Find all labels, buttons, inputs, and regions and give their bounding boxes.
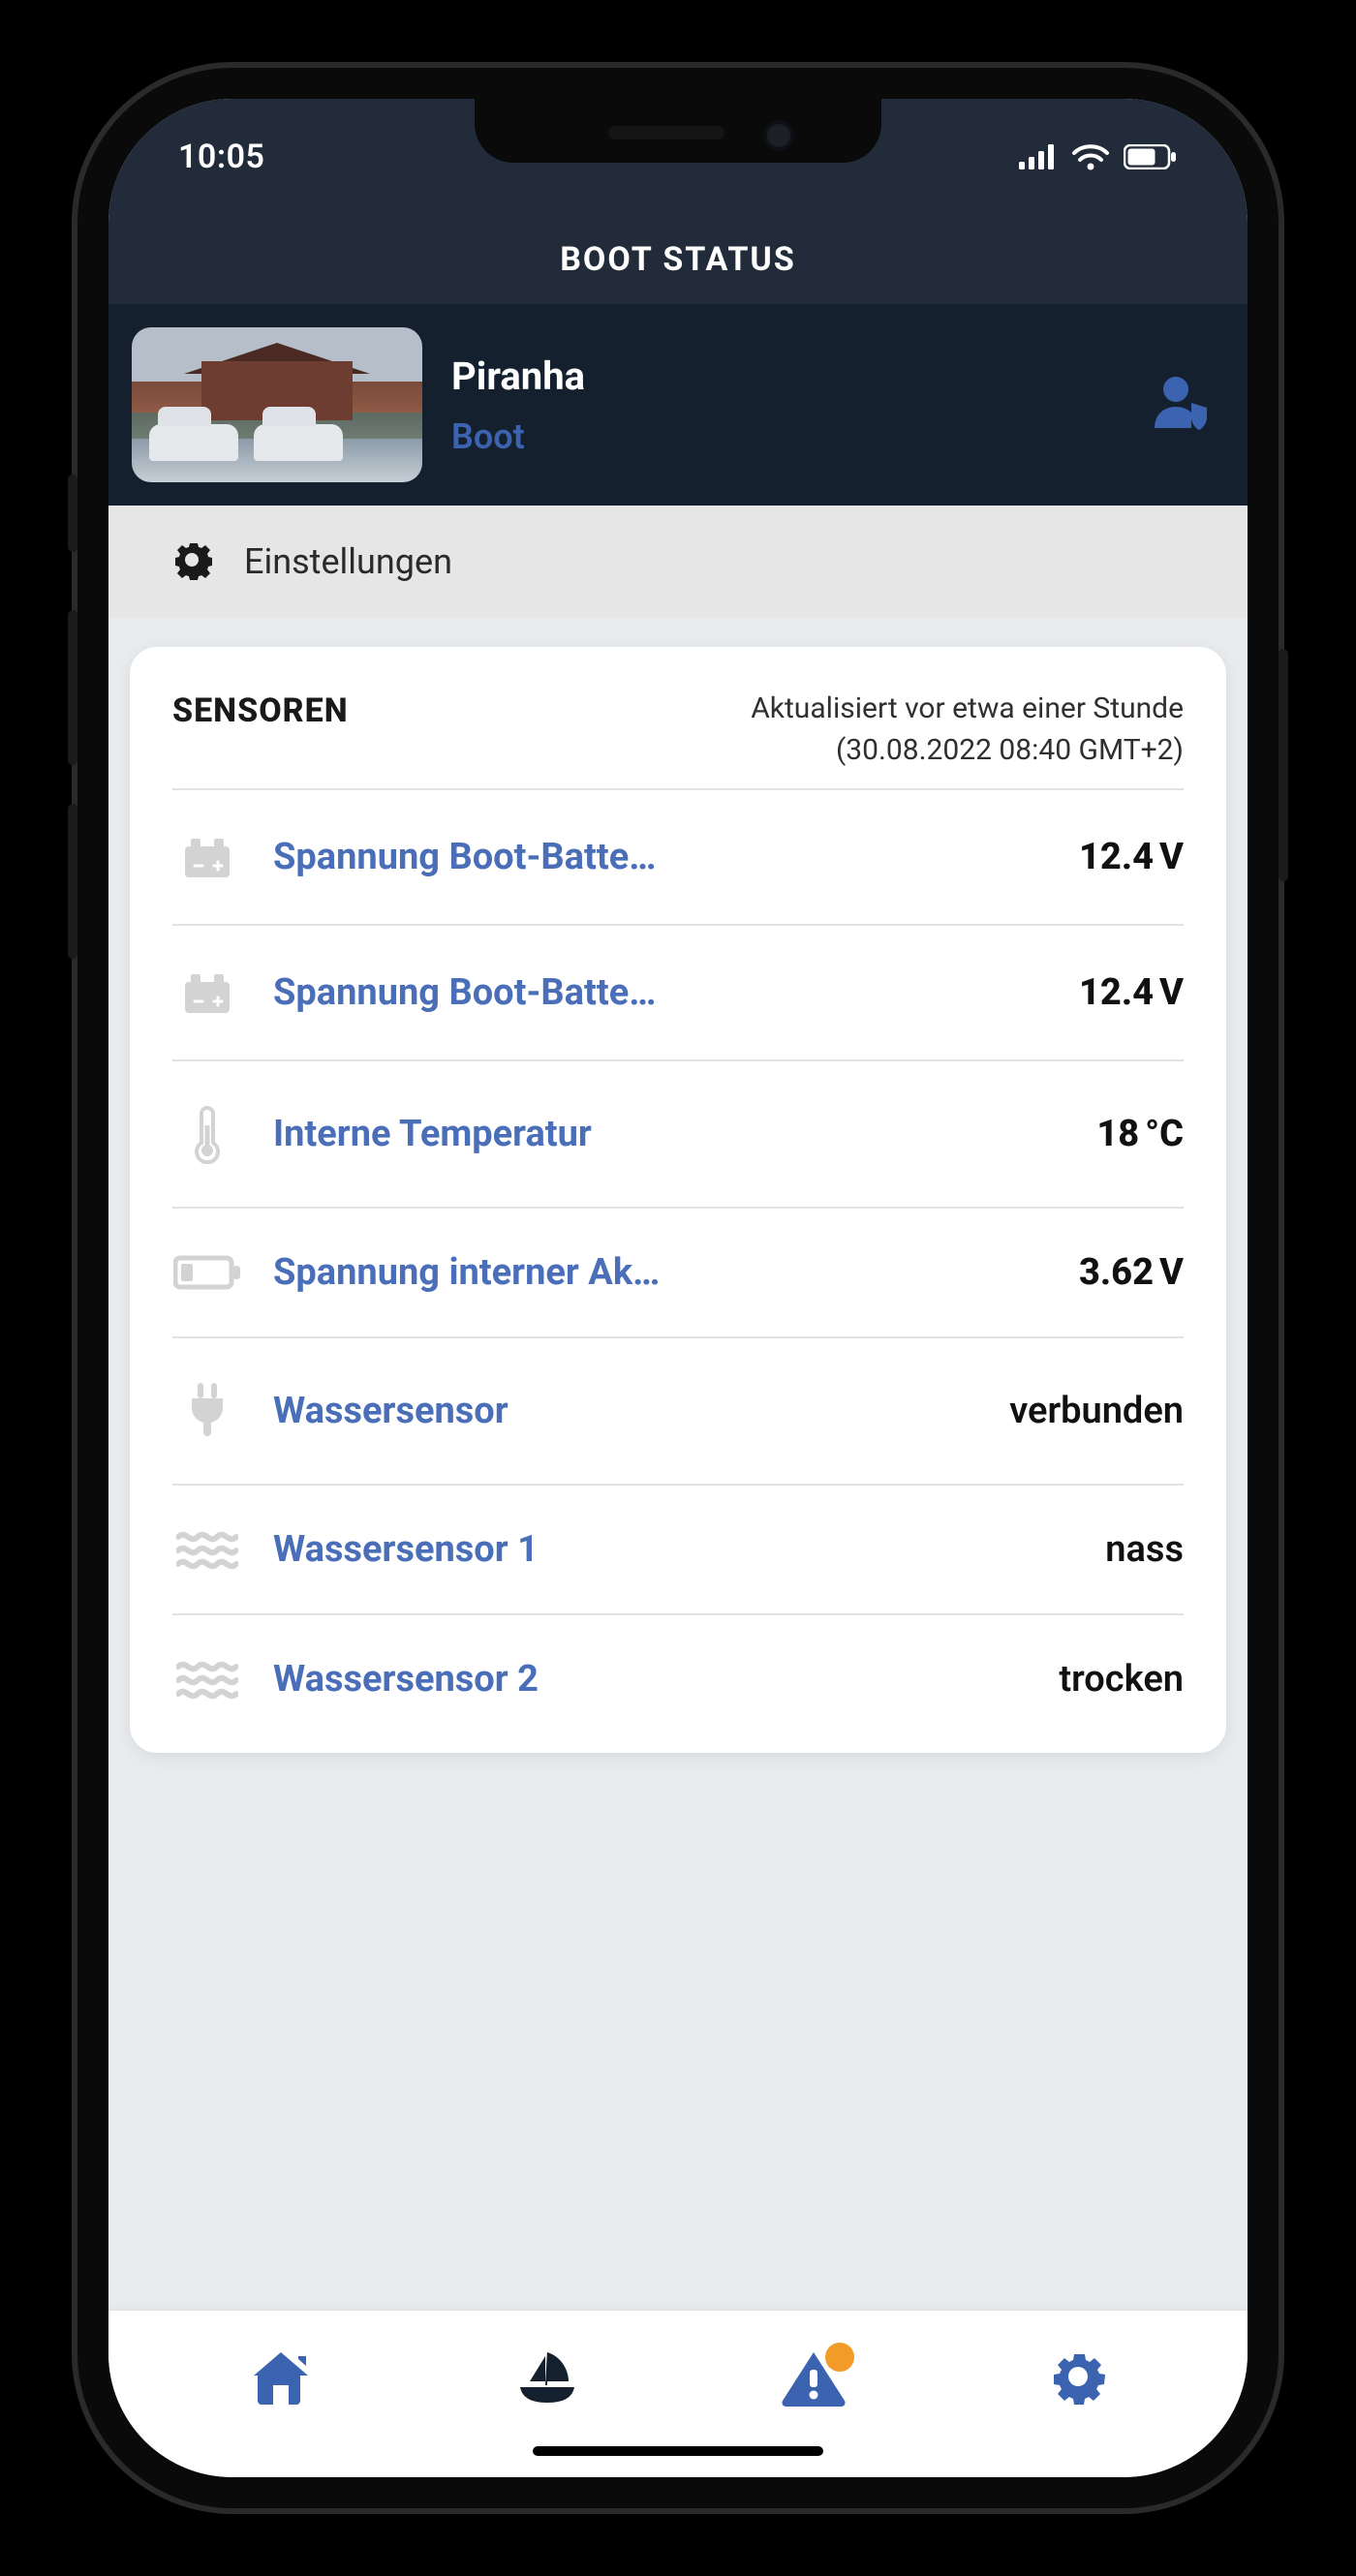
- page-title: BOOT STATUS: [560, 240, 796, 279]
- alerts-icon: [779, 2392, 848, 2410]
- gear-icon: [167, 535, 217, 589]
- battery-icon: [172, 833, 242, 881]
- phone-frame: 10:05 BOOT STATUS: [77, 68, 1279, 2508]
- battery-icon: [172, 968, 242, 1017]
- settings-label: Einstellungen: [244, 541, 452, 582]
- sensor-name: Interne Temperatur: [273, 1113, 1065, 1155]
- sensor-name: Spannung Boot-Batte…: [273, 971, 1048, 1014]
- sensor-value: 18°C: [1096, 1113, 1184, 1155]
- sensor-row[interactable]: Wassersensor 1 nass: [172, 1484, 1184, 1613]
- content-area: SENSOREN Aktualisiert vor etwa einer Stu…: [108, 618, 1248, 2311]
- battery-icon: [1124, 144, 1178, 169]
- battery-h-icon: [172, 1254, 242, 1291]
- side-button: [68, 804, 77, 959]
- sensor-value: 12.4V: [1079, 836, 1184, 878]
- side-button: [1279, 649, 1288, 881]
- tab-alerts[interactable]: [779, 2346, 848, 2410]
- waves-icon: [172, 1659, 242, 1700]
- waves-icon: [172, 1529, 242, 1570]
- screen: 10:05 BOOT STATUS: [108, 99, 1248, 2477]
- sensor-row[interactable]: Interne Temperatur 18°C: [172, 1059, 1184, 1207]
- sensor-name: Spannung interner Ak…: [273, 1251, 1048, 1294]
- tab-bar: [108, 2311, 1248, 2477]
- boat-name: Piranha: [451, 353, 1120, 399]
- sensor-name: Wassersensor 2: [273, 1658, 1028, 1701]
- title-bar: BOOT STATUS: [108, 215, 1248, 304]
- tab-gear[interactable]: [1045, 2344, 1111, 2413]
- sensor-row[interactable]: Spannung Boot-Batte… 12.4V: [172, 788, 1184, 924]
- boat-type: Boot: [451, 416, 1120, 457]
- gear-icon: [1045, 2395, 1111, 2413]
- sensor-name: Spannung Boot-Batte…: [273, 836, 1048, 878]
- settings-row[interactable]: Einstellungen: [108, 506, 1248, 618]
- updated-label: Aktualisiert vor etwa einer Stunde: [387, 691, 1184, 725]
- home-indicator: [533, 2446, 823, 2456]
- sensor-value: 12.4V: [1079, 971, 1184, 1014]
- user-shield-icon[interactable]: [1149, 374, 1213, 436]
- notch: [475, 99, 881, 163]
- sensor-row[interactable]: Spannung Boot-Batte… 12.4V: [172, 924, 1184, 1059]
- boat-icon: [512, 2392, 582, 2410]
- tab-boat[interactable]: [512, 2346, 582, 2410]
- sensor-value: trocken: [1059, 1658, 1184, 1701]
- sensors-card: SENSOREN Aktualisiert vor etwa einer Stu…: [130, 647, 1226, 1753]
- tab-home[interactable]: [246, 2346, 316, 2410]
- boat-thumbnail: [132, 327, 422, 482]
- boat-info: Piranha Boot: [451, 353, 1120, 457]
- boat-header[interactable]: Piranha Boot: [108, 304, 1248, 506]
- plug-icon: [172, 1381, 242, 1441]
- side-button: [68, 475, 77, 552]
- side-button: [68, 610, 77, 765]
- sensor-row[interactable]: Wassersensor verbunden: [172, 1336, 1184, 1484]
- sensor-row[interactable]: Wassersensor 2 trocken: [172, 1613, 1184, 1743]
- thermometer-icon: [172, 1104, 242, 1164]
- sensor-value: 3.62V: [1079, 1251, 1184, 1294]
- home-icon: [246, 2392, 316, 2410]
- wifi-icon: [1071, 143, 1110, 170]
- sensor-value: verbunden: [1009, 1390, 1184, 1432]
- notification-badge: [821, 2339, 858, 2376]
- status-time: 10:05: [178, 138, 264, 176]
- sensors-title: SENSOREN: [172, 691, 349, 730]
- sensor-list: Spannung Boot-Batte… 12.4V Spannung Boot…: [172, 788, 1184, 1743]
- sensor-row[interactable]: Spannung interner Ak… 3.62V: [172, 1207, 1184, 1336]
- sensor-value: nass: [1105, 1528, 1184, 1571]
- updated-timestamp: (30.08.2022 08:40 GMT+2): [387, 733, 1184, 767]
- sensor-name: Wassersensor: [273, 1390, 978, 1432]
- signal-icon: [1019, 144, 1058, 169]
- sensor-name: Wassersensor 1: [273, 1528, 1074, 1571]
